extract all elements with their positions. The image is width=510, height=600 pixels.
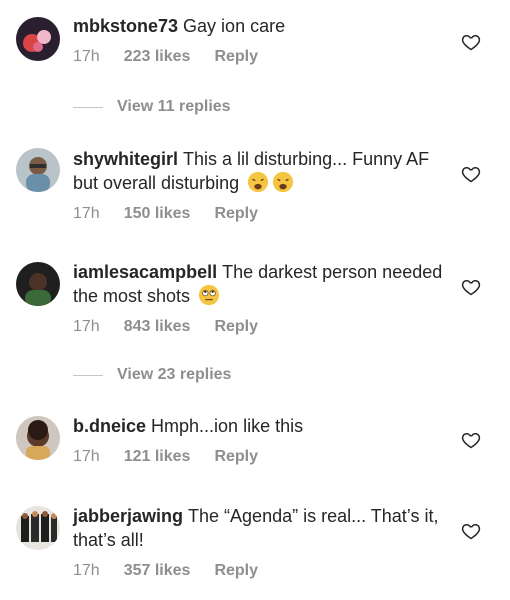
view-replies-label[interactable]: View 23 replies [117, 366, 231, 384]
comment-body: Gay ion care [183, 16, 286, 36]
avatar[interactable] [16, 506, 60, 550]
comment-likes[interactable]: 843 likes [124, 318, 191, 336]
comment-meta: 17h 843 likes Reply [73, 318, 443, 336]
comment-meta: 17h 223 likes Reply [73, 48, 443, 66]
comment-body: Hmph...ion like this [151, 416, 304, 436]
avatar[interactable] [16, 262, 60, 306]
comment-text: iamlesacampbell The darkest person needed… [73, 260, 443, 308]
view-replies-label[interactable]: View 11 replies [117, 98, 231, 116]
weary-face-emoji [248, 171, 269, 193]
reply-button[interactable]: Reply [214, 318, 258, 336]
comment-meta: 17h 121 likes Reply [73, 448, 443, 466]
view-replies-button[interactable]: View 11 replies [73, 98, 231, 116]
heart-outline-icon[interactable] [461, 164, 481, 184]
eye-roll-emoji [198, 284, 220, 306]
heart-outline-icon[interactable] [461, 277, 481, 297]
heart-outline-icon[interactable] [461, 32, 481, 52]
avatar[interactable] [16, 148, 60, 192]
comment-time: 17h [73, 205, 100, 222]
comment-text: mbkstone73 Gay ion care [73, 14, 443, 38]
weary-face-emoji [273, 171, 294, 193]
reply-button[interactable]: Reply [214, 562, 258, 580]
comment-time: 17h [73, 448, 100, 465]
comment-username[interactable]: b.dneice [73, 416, 146, 436]
comment-text: b.dneice Hmph...ion like this [73, 414, 443, 438]
comment-meta: 17h 150 likes Reply [73, 205, 443, 223]
avatar[interactable] [16, 17, 60, 61]
reply-button[interactable]: Reply [214, 48, 258, 66]
comment-time: 17h [73, 318, 100, 335]
comment-meta: 17h 357 likes Reply [73, 562, 443, 580]
comment-time: 17h [73, 562, 100, 579]
avatar[interactable] [16, 416, 60, 460]
comment-likes[interactable]: 150 likes [124, 205, 191, 223]
reply-button[interactable]: Reply [214, 205, 258, 223]
comment-username[interactable]: shywhitegirl [73, 149, 178, 169]
comment-time: 17h [73, 48, 100, 65]
heart-outline-icon[interactable] [461, 521, 481, 541]
heart-outline-icon[interactable] [461, 430, 481, 450]
comment-username[interactable]: mbkstone73 [73, 16, 178, 36]
view-replies-button[interactable]: View 23 replies [73, 366, 231, 384]
divider-line [73, 106, 103, 108]
comment-text: jabberjawing The “Agenda” is real... That… [73, 504, 443, 552]
comment-username[interactable]: jabberjawing [73, 506, 183, 526]
comment-text: shywhitegirl This a lil disturbing... Fun… [73, 147, 443, 195]
comment-likes[interactable]: 121 likes [124, 448, 191, 466]
divider-line [73, 374, 103, 376]
comment-likes[interactable]: 223 likes [124, 48, 191, 66]
comment-username[interactable]: iamlesacampbell [73, 262, 217, 282]
comment-likes[interactable]: 357 likes [124, 562, 191, 580]
reply-button[interactable]: Reply [214, 448, 258, 466]
